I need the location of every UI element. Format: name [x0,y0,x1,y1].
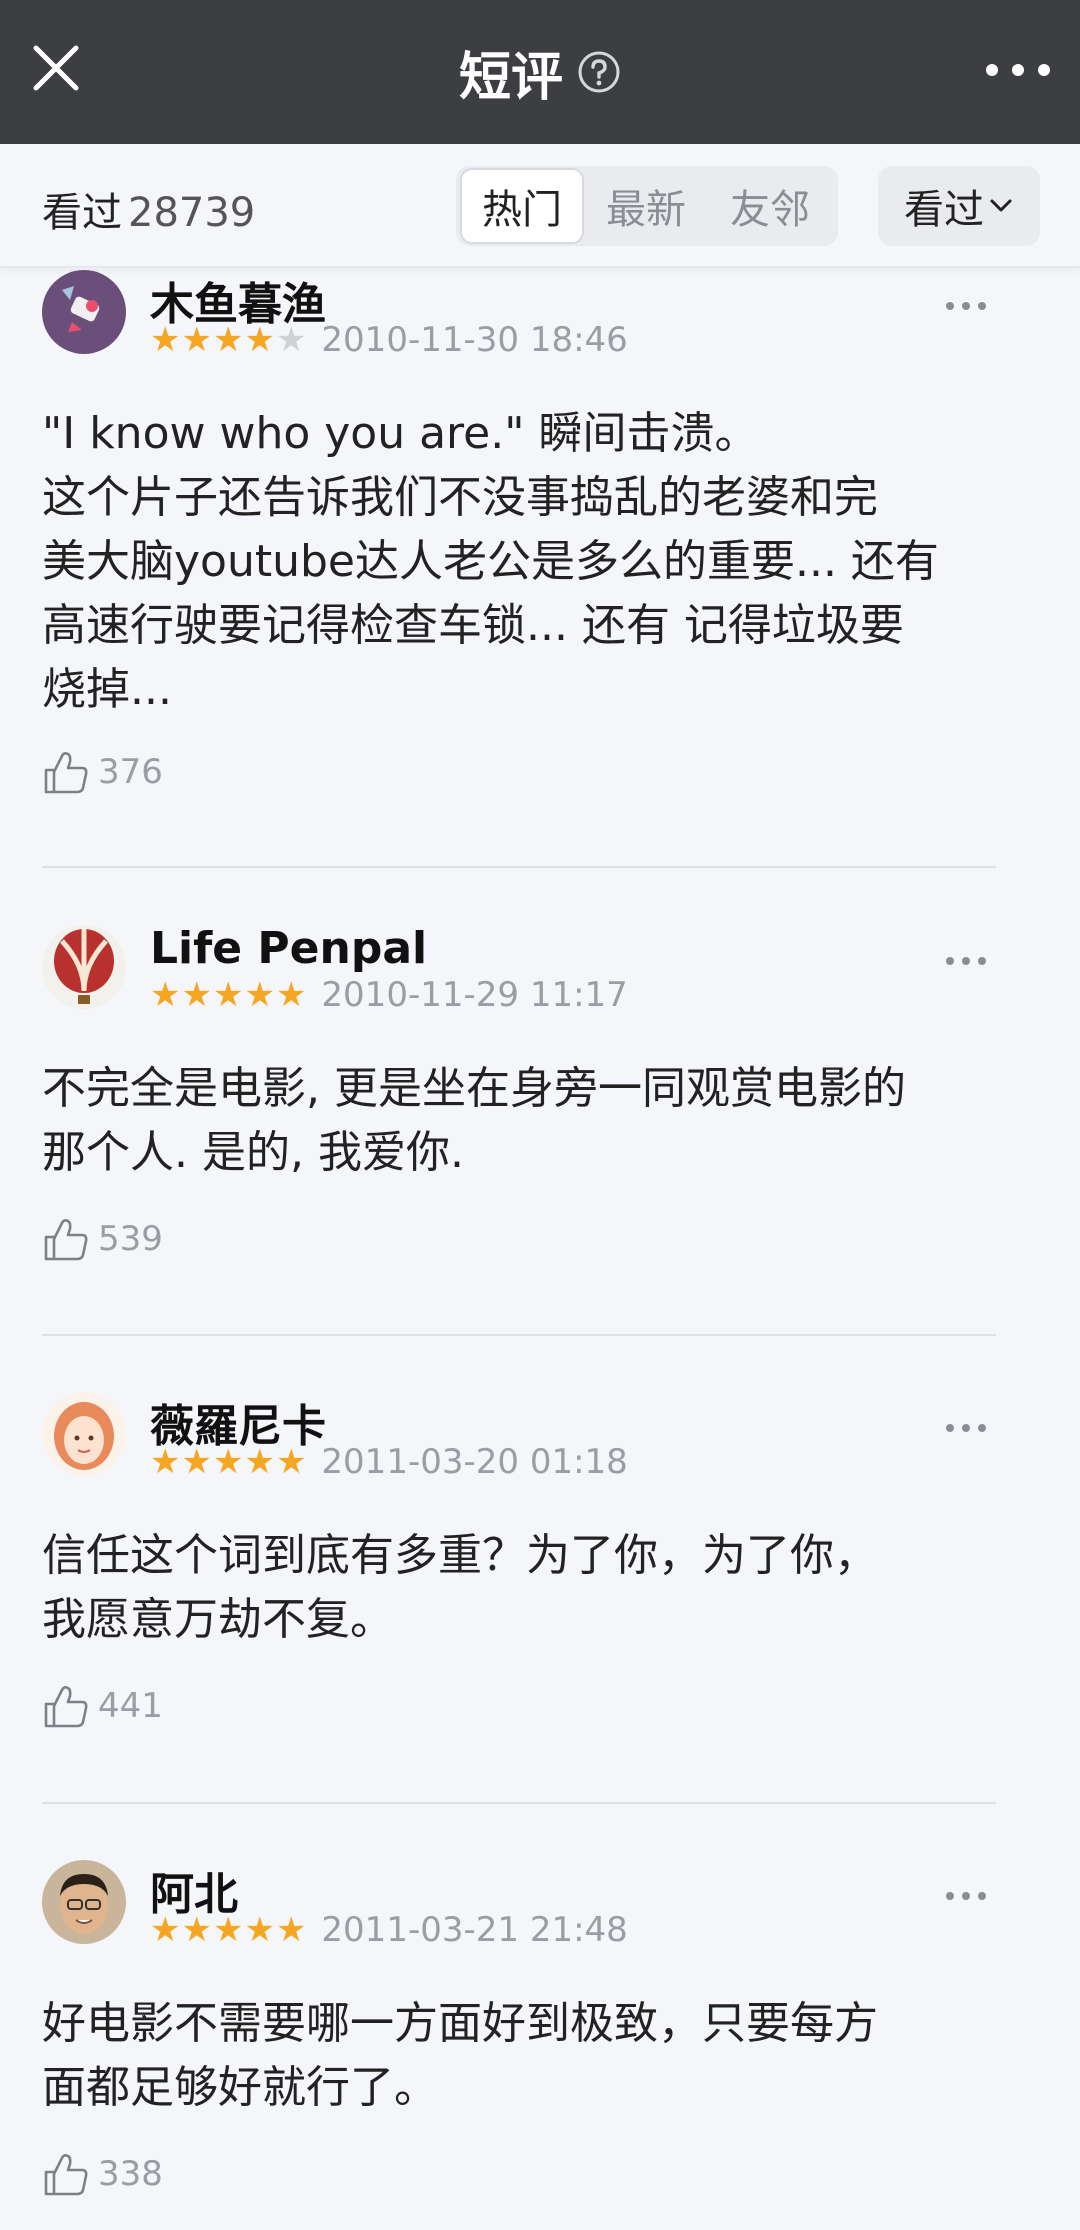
rating-stars: ★ ★ ★ ★ ★ [150,1445,307,1479]
like-count: 539 [98,1219,163,1259]
thumbs-up-icon [44,1219,88,1261]
comment-text: "I know who you are." 瞬间击溃。 这个片子还告诉我们不没事… [42,408,939,715]
rating-stars: ★ ★ ★ ★ ★ [150,323,307,357]
thumbs-up-icon [44,1686,88,1728]
star-icon: ★ [212,1910,244,1950]
like-count: 441 [98,1686,163,1726]
avatar-image [42,1392,126,1476]
comment-text: 不完全是电影, 更是坐在身旁一同观赏电影的 那个人. 是的, 我爱你. [42,1063,906,1178]
count-value: 28739 [128,190,256,236]
star-icon: ★ [244,1442,275,1482]
star-icon: ★ [181,1442,212,1482]
star-icon: ★ [275,1442,307,1482]
divider [42,1802,996,1804]
star-empty-icon: ★ [275,320,307,360]
star-icon: ★ [181,975,212,1015]
avatar[interactable] [42,270,126,354]
tab-friends[interactable]: 友邻 [708,168,832,244]
comment-more-icon[interactable] [944,294,988,318]
username[interactable]: Life Penpal [150,923,427,974]
star-icon: ★ [150,975,181,1015]
chevron-down-icon [990,199,1012,212]
comment-more-icon[interactable] [944,1884,988,1908]
dropdown-label: 看过 [904,187,984,233]
tab-latest[interactable]: 最新 [584,168,708,244]
sort-tabs: 热门 最新 友邻 [456,166,838,246]
divider [42,1334,996,1336]
comment-time: 2011-03-20 01:18 [321,1442,628,1482]
comment-time: 2010-11-29 11:17 [321,975,628,1015]
avatar[interactable] [42,925,126,1009]
star-icon: ★ [181,1910,212,1950]
thumbs-up-icon [44,752,88,794]
count-label: 看过 [42,190,122,236]
tab-hot[interactable]: 热门 [460,168,584,244]
like-count: 338 [98,2154,163,2194]
star-icon: ★ [212,320,244,360]
like-button[interactable]: 376 [42,748,163,796]
like-button[interactable]: 338 [42,2150,163,2198]
comment-time: 2010-11-30 18:46 [321,320,628,360]
comment-more-icon[interactable] [944,949,988,973]
star-icon: ★ [150,320,181,360]
star-icon: ★ [150,1910,181,1950]
comment-text: 好电影不需要哪一方面好到极致，只要每方 面都足够好就行了。 [42,1998,878,2113]
comment-time: 2011-03-21 21:48 [321,1910,628,1950]
avatar-image [42,270,126,354]
star-icon: ★ [212,1442,244,1482]
filter-bar: 看过 28739 热门 最新 友邻 看过 [0,144,1080,268]
thumbs-up-icon [44,2154,88,2196]
comment-text: 信任这个词到底有多重？为了你，为了你， 我愿意万劫不复。 [42,1530,878,1645]
avatar[interactable] [42,1860,126,1944]
star-icon: ★ [275,1910,307,1950]
star-icon: ★ [212,975,244,1015]
help-circle-icon[interactable] [577,50,621,94]
title-area: 短评 [0,0,1080,144]
star-icon: ★ [181,320,212,360]
star-icon: ★ [244,975,275,1015]
page-title: 短评 [458,47,563,108]
star-icon: ★ [275,975,307,1015]
avatar-image [42,925,126,1009]
like-button[interactable]: 441 [42,1682,163,1730]
like-count: 376 [98,752,163,792]
status-dropdown[interactable]: 看过 [878,166,1040,246]
like-button[interactable]: 539 [42,1215,163,1263]
comment-meta: ★ ★ ★ ★ ★ 2010-11-30 18:46 [150,320,628,360]
star-icon: ★ [150,1442,181,1482]
top-nav-bar: 短评 [0,0,1080,144]
star-icon: ★ [244,1910,275,1950]
rating-stars: ★ ★ ★ ★ ★ [150,978,307,1012]
avatar-image [42,1860,126,1944]
star-icon: ★ [244,320,275,360]
comment-meta: ★ ★ ★ ★ ★ 2011-03-20 01:18 [150,1442,628,1482]
avatar[interactable] [42,1392,126,1476]
more-horizontal-icon [986,64,1050,76]
comment-meta: ★ ★ ★ ★ ★ 2010-11-29 11:17 [150,975,628,1015]
rating-stars: ★ ★ ★ ★ ★ [150,1913,307,1947]
comment-meta: ★ ★ ★ ★ ★ 2011-03-21 21:48 [150,1910,628,1950]
comment-more-icon[interactable] [944,1416,988,1440]
divider [42,866,996,868]
more-options-button[interactable] [982,50,1054,90]
watched-count: 看过 28739 [42,180,255,238]
